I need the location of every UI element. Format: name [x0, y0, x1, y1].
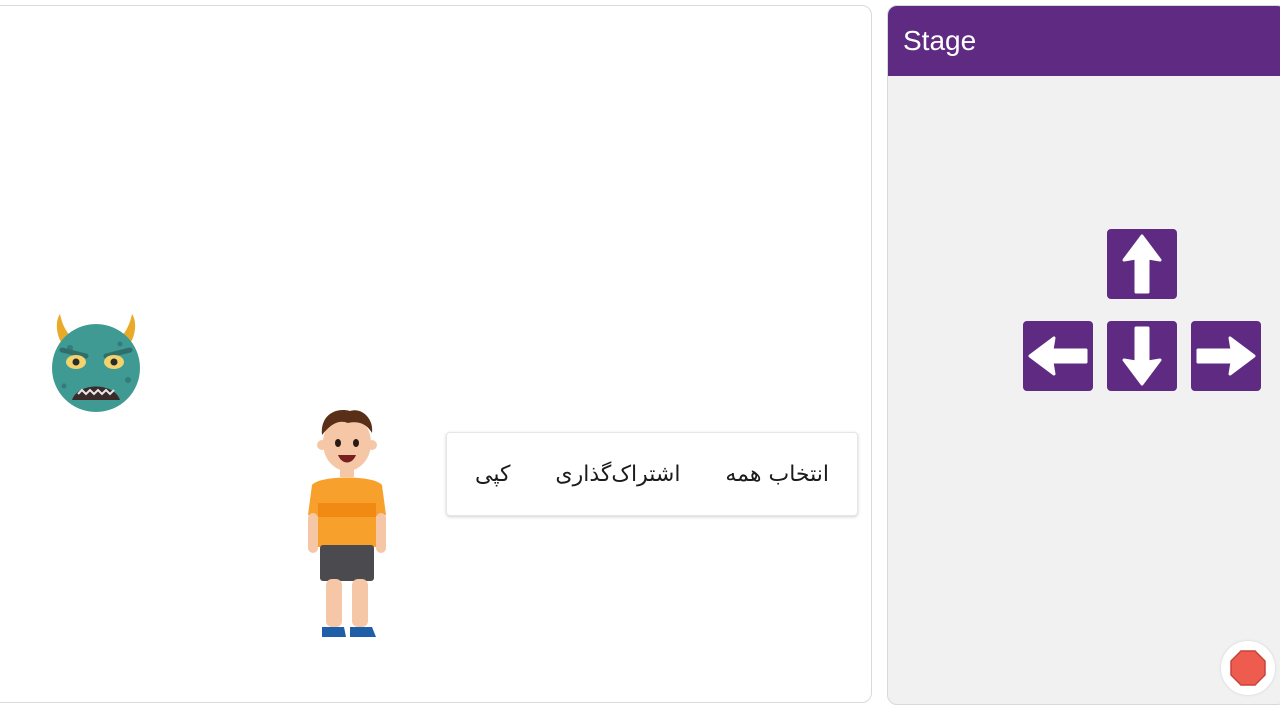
stage-header: Stage: [888, 6, 1280, 76]
boy-sprite[interactable]: [300, 405, 394, 645]
left-arrow-button[interactable]: [1023, 321, 1093, 391]
right-arrow-button[interactable]: [1191, 321, 1261, 391]
arrow-right-icon: [1196, 336, 1256, 376]
monster-sprite[interactable]: [48, 310, 144, 416]
menu-item-copy[interactable]: کپی: [475, 462, 510, 487]
text-selection-context-menu: کپی اشتراک‌گذاری انتخاب همه: [446, 432, 858, 516]
menu-item-select-all[interactable]: انتخاب همه: [725, 462, 829, 487]
stage-title: Stage: [903, 25, 977, 56]
stop-octagon-icon: [1230, 650, 1266, 686]
up-arrow-button[interactable]: [1107, 229, 1177, 299]
arrow-down-icon: [1122, 326, 1162, 386]
down-arrow-button[interactable]: [1107, 321, 1177, 391]
menu-item-share[interactable]: اشتراک‌گذاری: [555, 462, 680, 487]
stop-button[interactable]: [1221, 641, 1275, 695]
arrow-up-icon: [1122, 234, 1162, 294]
arrow-left-icon: [1028, 336, 1088, 376]
